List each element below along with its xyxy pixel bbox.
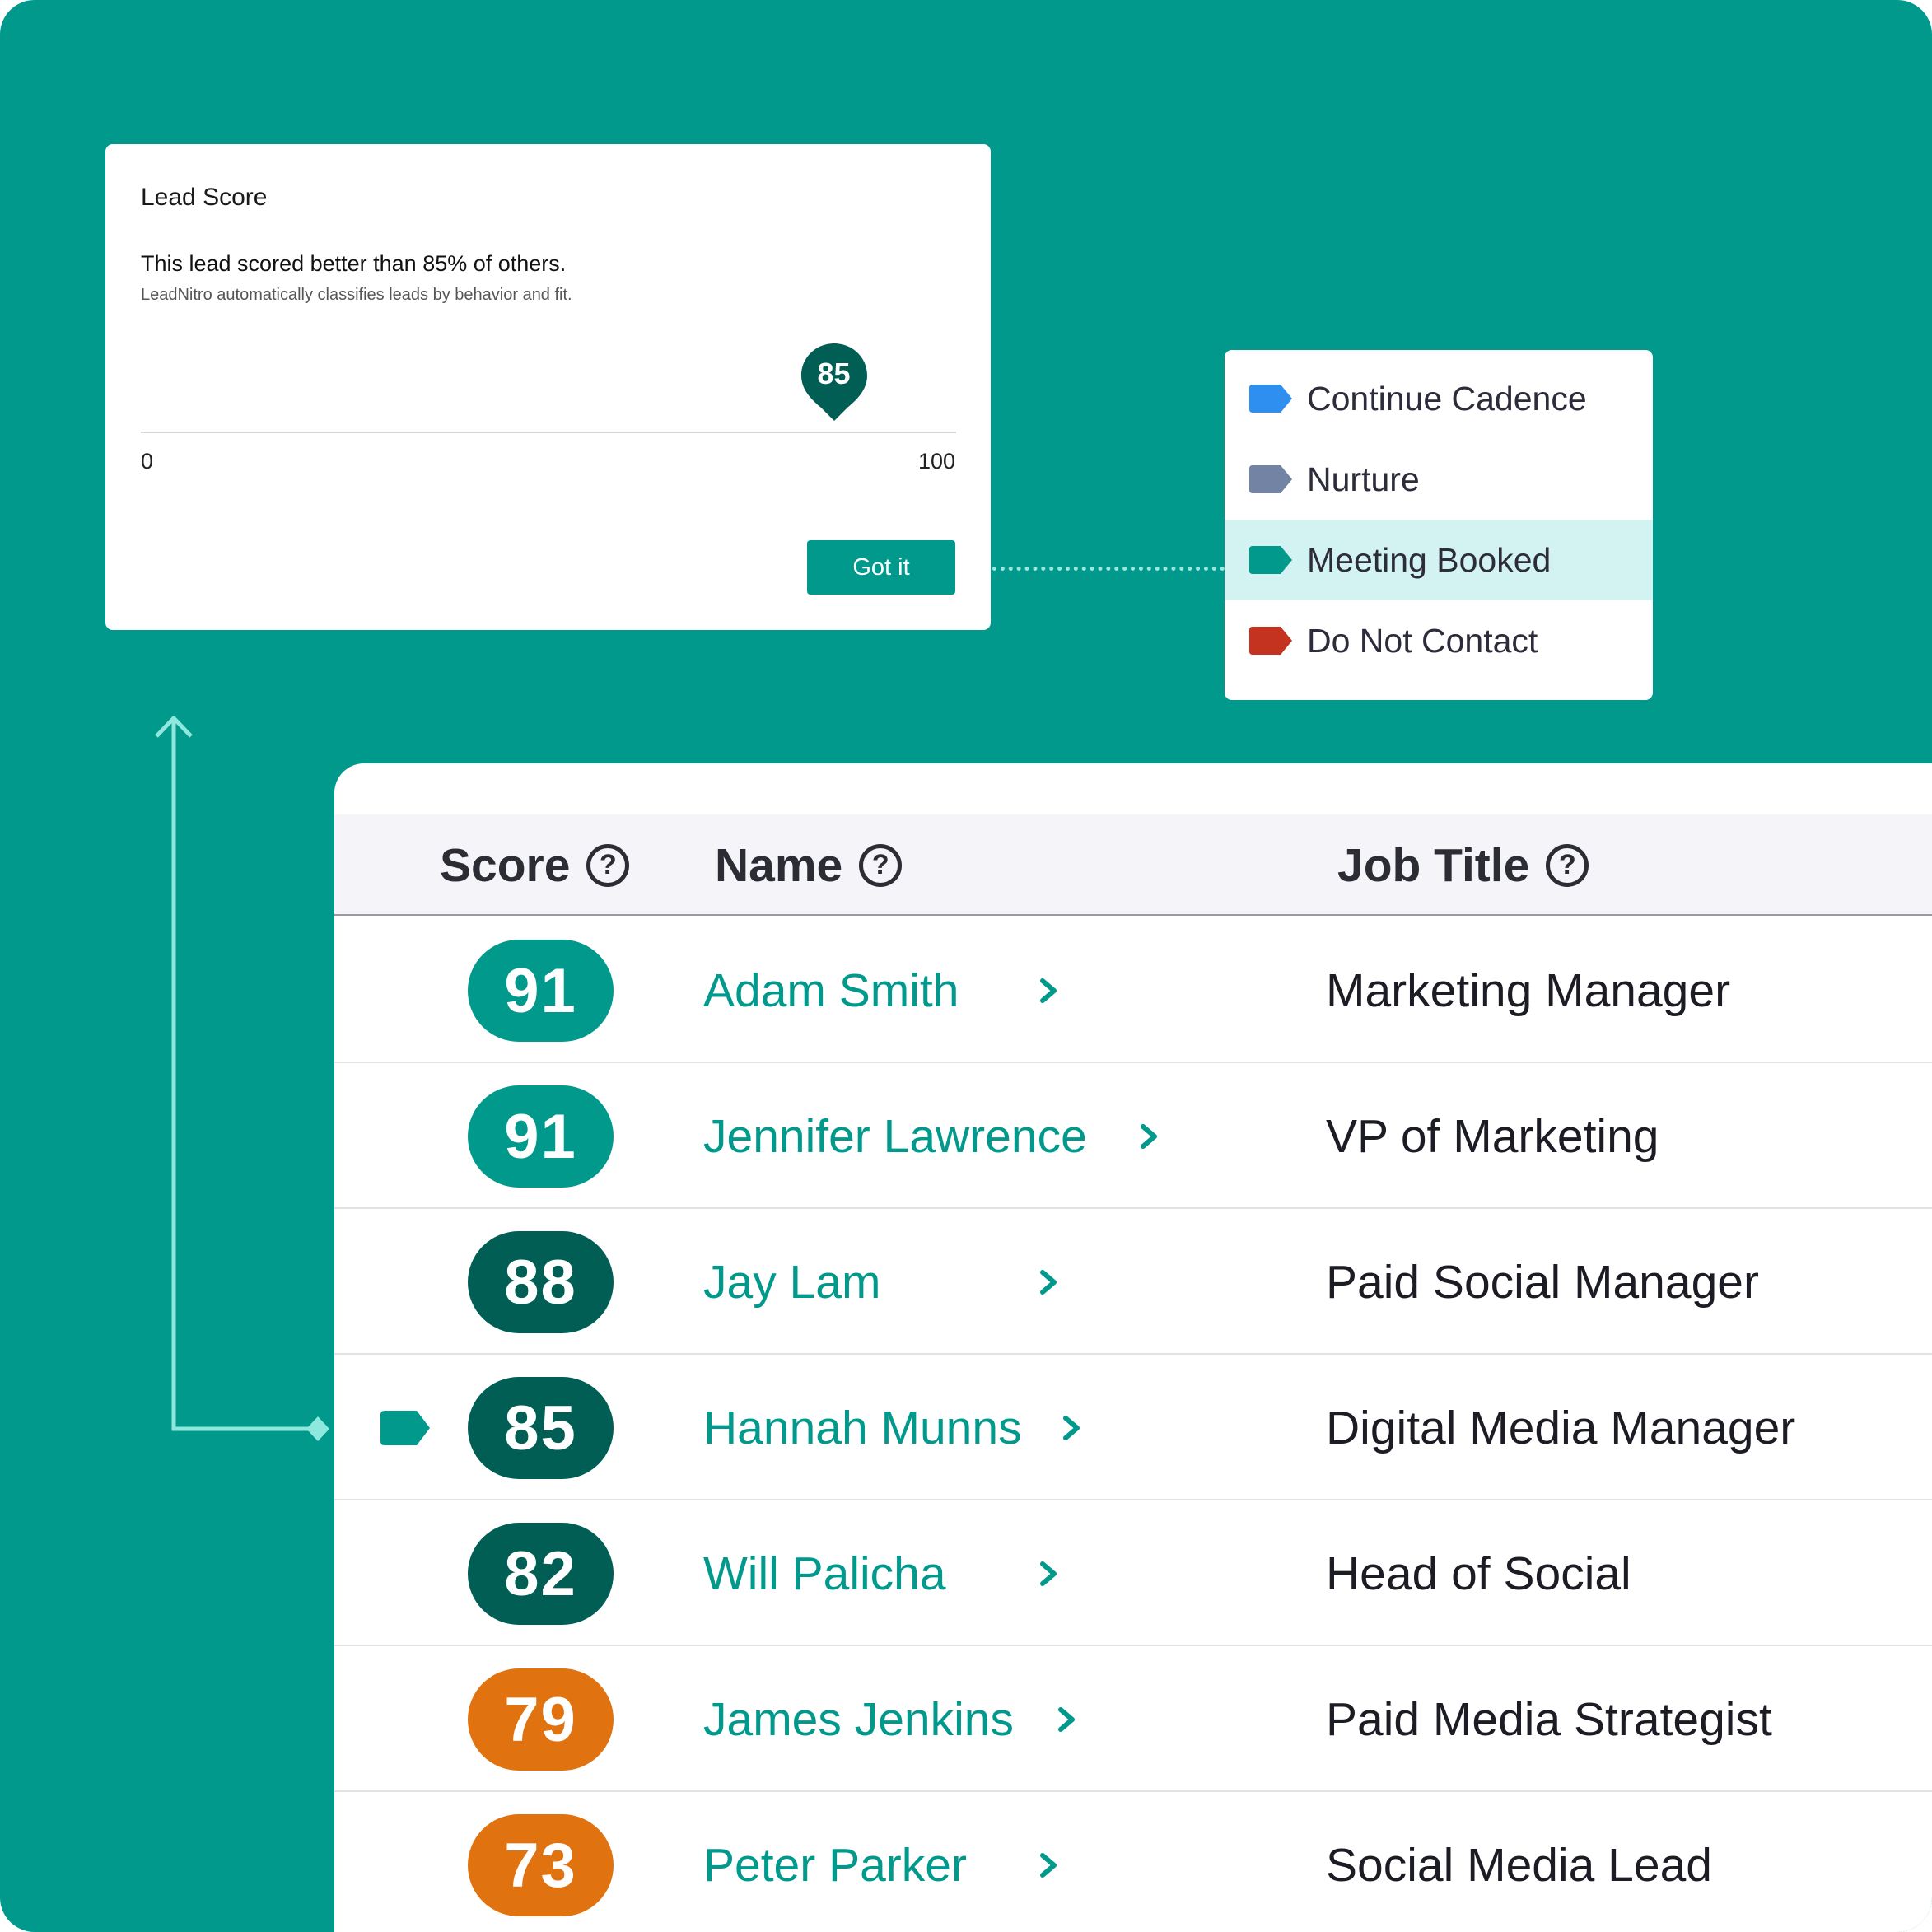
job-title: Head of Social xyxy=(1326,1547,1631,1600)
lead-name-link[interactable]: James Jenkins xyxy=(703,1646,1014,1792)
lead-name-link[interactable]: Jennifer Lawrence xyxy=(703,1063,1087,1209)
lead-name-link[interactable]: Hannah Munns xyxy=(703,1355,1022,1500)
status-tag-icon xyxy=(380,1411,430,1445)
status-item-meeting-booked[interactable]: Meeting Booked xyxy=(1225,520,1653,600)
table-header: Score ? Name ? Job Title ? xyxy=(334,814,1932,916)
gauge-max-label: 100 xyxy=(917,449,955,474)
table-row[interactable]: 82 Will Palicha Head of Social xyxy=(334,1500,1932,1646)
score-marker: 85 xyxy=(800,342,869,424)
chevron-right-icon[interactable] xyxy=(1036,1500,1061,1646)
column-label: Name xyxy=(715,838,843,892)
job-title: Social Media Lead xyxy=(1326,1838,1712,1892)
status-label: Nurture xyxy=(1307,460,1420,498)
leads-table: Score ? Name ? Job Title ? 91 Adam Smith… xyxy=(334,763,1932,1932)
chevron-right-icon[interactable] xyxy=(1059,1355,1084,1500)
table-row[interactable]: 85 Hannah Munns Digital Media Manager xyxy=(334,1355,1932,1500)
lead-name-link[interactable]: Adam Smith xyxy=(703,917,959,1063)
status-item-continue-cadence[interactable]: Continue Cadence xyxy=(1225,358,1653,439)
lead-name-link[interactable]: Jay Lam xyxy=(703,1209,880,1355)
score-badge: 82 xyxy=(468,1523,614,1625)
status-label: Continue Cadence xyxy=(1307,379,1587,418)
column-header-name[interactable]: Name ? xyxy=(715,814,903,916)
tag-icon xyxy=(1249,385,1292,413)
table-row[interactable]: 73 Peter Parker Social Media Lead xyxy=(334,1792,1932,1932)
status-item-nurture[interactable]: Nurture xyxy=(1225,439,1653,520)
column-header-score[interactable]: Score ? xyxy=(440,814,630,916)
tag-icon xyxy=(1249,546,1292,574)
score-marker-value: 85 xyxy=(817,357,851,390)
score-subtext: LeadNitro automatically classifies leads… xyxy=(141,286,572,304)
lead-score-card: Lead Score This lead scored better than … xyxy=(105,144,991,630)
gauge-min-label: 0 xyxy=(141,449,154,474)
table-row[interactable]: 88 Jay Lam Paid Social Manager xyxy=(334,1209,1932,1355)
column-label: Score xyxy=(440,838,571,892)
job-title: Marketing Manager xyxy=(1326,964,1731,1017)
chevron-right-icon[interactable] xyxy=(1036,1792,1061,1932)
chevron-right-icon[interactable] xyxy=(1036,1209,1061,1355)
table-row[interactable]: 79 James Jenkins Paid Media Strategist xyxy=(334,1646,1932,1792)
score-badge: 73 xyxy=(468,1814,614,1916)
job-title: Paid Media Strategist xyxy=(1326,1692,1772,1746)
tag-icon xyxy=(1249,465,1292,493)
status-item-do-not-contact[interactable]: Do Not Contact xyxy=(1225,600,1653,681)
score-badge: 85 xyxy=(468,1377,614,1479)
tag-icon xyxy=(1249,627,1292,655)
status-label: Meeting Booked xyxy=(1307,540,1552,579)
help-circle-icon[interactable]: ? xyxy=(859,843,903,887)
job-title: VP of Marketing xyxy=(1326,1109,1659,1163)
table-row[interactable]: 91 Jennifer Lawrence VP of Marketing xyxy=(334,1063,1932,1209)
score-headline: This lead scored better than 85% of othe… xyxy=(141,251,567,276)
chevron-right-icon[interactable] xyxy=(1054,1646,1079,1792)
chevron-right-icon[interactable] xyxy=(1036,917,1061,1063)
chevron-right-icon[interactable] xyxy=(1136,1063,1161,1209)
lead-name-link[interactable]: Peter Parker xyxy=(703,1792,967,1932)
status-dropdown-menu: Continue Cadence Nurture Meeting Booked … xyxy=(1225,350,1653,700)
lead-name-link[interactable]: Will Palicha xyxy=(703,1500,946,1646)
job-title: Digital Media Manager xyxy=(1326,1401,1796,1454)
table-row[interactable]: 91 Adam Smith Marketing Manager xyxy=(334,917,1932,1063)
got-it-button[interactable]: Got it xyxy=(807,540,955,595)
score-badge: 79 xyxy=(468,1668,614,1771)
job-title: Paid Social Manager xyxy=(1326,1255,1759,1309)
score-gauge-track xyxy=(141,432,956,433)
canvas-background: Lead Score This lead scored better than … xyxy=(0,0,1932,1932)
status-label: Do Not Contact xyxy=(1307,621,1538,660)
dotted-connector xyxy=(992,567,1225,571)
help-circle-icon[interactable]: ? xyxy=(586,843,630,887)
score-badge: 91 xyxy=(468,940,614,1042)
connector-arrow-icon xyxy=(155,716,329,1441)
score-badge: 91 xyxy=(468,1085,614,1188)
card-title: Lead Score xyxy=(141,184,268,211)
column-header-job-title[interactable]: Job Title ? xyxy=(1337,814,1589,916)
help-circle-icon[interactable]: ? xyxy=(1546,843,1589,887)
score-badge: 88 xyxy=(468,1231,614,1333)
column-label: Job Title xyxy=(1337,838,1530,892)
